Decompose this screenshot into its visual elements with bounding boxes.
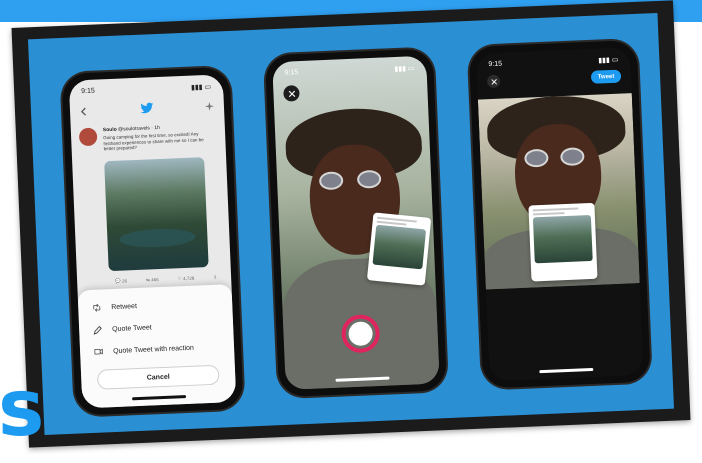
close-icon [288, 90, 295, 97]
reply-count: 26 [121, 278, 128, 284]
tweet-actions: 💬 26 ⇆ 466 ♡ 4,728 ⇪ [115, 275, 217, 285]
like-count: 4,728 [182, 275, 195, 282]
phone-camera-reaction: 9:15 ▮▮▮ ▭ [264, 48, 448, 398]
avatar[interactable] [78, 127, 98, 147]
quoted-tweet-card[interactable] [528, 202, 598, 282]
cancel-button[interactable]: Cancel [96, 364, 220, 390]
signal-battery-icon: ▮▮▮ ▭ [598, 56, 619, 65]
retweet-icon [93, 303, 101, 312]
home-indicator [539, 367, 594, 374]
phone-reaction-preview: 9:15 ▮▮▮ ▭ Tweet [468, 39, 651, 389]
pencil-icon [93, 325, 102, 335]
author-name: Soulo [102, 126, 117, 134]
retweet-label: Retweet [111, 302, 138, 311]
quote-tweet-label: Quote Tweet [112, 323, 152, 333]
phone-screen: 9:15 ▮▮▮ ▭ Tweet [475, 47, 644, 382]
quoted-photo [372, 224, 427, 270]
signal-battery-icon: ▮▮▮ ▭ [394, 65, 415, 74]
tweet-author: Soulo @soulotravels · 1h [103, 125, 160, 133]
quote-tweet-reaction-label: Quote Tweet with reaction [112, 344, 195, 355]
sparkle-icon[interactable] [204, 101, 214, 111]
back-icon[interactable] [80, 106, 89, 116]
tweet[interactable]: Soulo @soulotravels · 1h Going camping f… [78, 123, 217, 284]
quoted-photo [532, 214, 593, 264]
reply-button[interactable]: 💬 26 [115, 278, 127, 284]
retweet-count: 466 [151, 277, 159, 283]
quote-tweet-option[interactable]: Quote Tweet [93, 315, 220, 340]
person-glasses [522, 147, 593, 168]
tweet-photo-lake[interactable] [104, 157, 209, 272]
author-handle: @soulotravels · 1h [118, 124, 160, 133]
quote-tweet-reaction-option[interactable]: Quote Tweet with reaction [94, 337, 221, 362]
tweet-text: Going camping for the first time, so exc… [103, 131, 204, 152]
quoted-tweet-card[interactable] [366, 212, 432, 286]
close-button[interactable] [486, 74, 501, 89]
signal-battery-icon: ▮▮▮ ▭ [190, 83, 212, 92]
status-time: 9:15 [81, 87, 95, 96]
tweet-button[interactable]: Tweet [590, 69, 622, 84]
twitter-bird-icon [140, 102, 154, 115]
corner-glyph: s [0, 364, 45, 454]
reaction-video[interactable] [477, 93, 640, 290]
close-button[interactable] [283, 85, 300, 102]
like-button[interactable]: ♡ 4,728 [178, 276, 195, 283]
status-time: 9:15 [284, 69, 299, 77]
retweet-button[interactable]: ⇆ 466 [146, 277, 159, 284]
showcase-panel: 9:15 ▮▮▮ ▭ Soulo @soulotravels · 1h Goin… [11, 0, 691, 448]
retweet-action-sheet: Retweet Quote Tweet Quote Tweet with rea… [77, 284, 237, 409]
phone-retweet-menu: 9:15 ▮▮▮ ▭ Soulo @soulotravels · 1h Goin… [61, 66, 244, 416]
status-time: 9:15 [488, 60, 503, 69]
phone-screen: 9:15 ▮▮▮ ▭ Soulo @soulotravels · 1h Goin… [68, 74, 237, 409]
status-bar: 9:15 ▮▮▮ ▭ [81, 83, 211, 96]
blue-backdrop: 9:15 ▮▮▮ ▭ Soulo @soulotravels · 1h Goin… [27, 12, 675, 436]
close-icon [490, 78, 497, 85]
camera-icon [94, 348, 103, 355]
phone-screen: 9:15 ▮▮▮ ▭ [272, 55, 440, 390]
status-bar: 9:15 ▮▮▮ ▭ [488, 56, 618, 69]
retweet-option[interactable]: Retweet [92, 293, 219, 318]
share-icon[interactable]: ⇪ [213, 275, 217, 281]
app-header [70, 94, 225, 122]
status-bar: 9:15 ▮▮▮ ▭ [284, 64, 414, 77]
